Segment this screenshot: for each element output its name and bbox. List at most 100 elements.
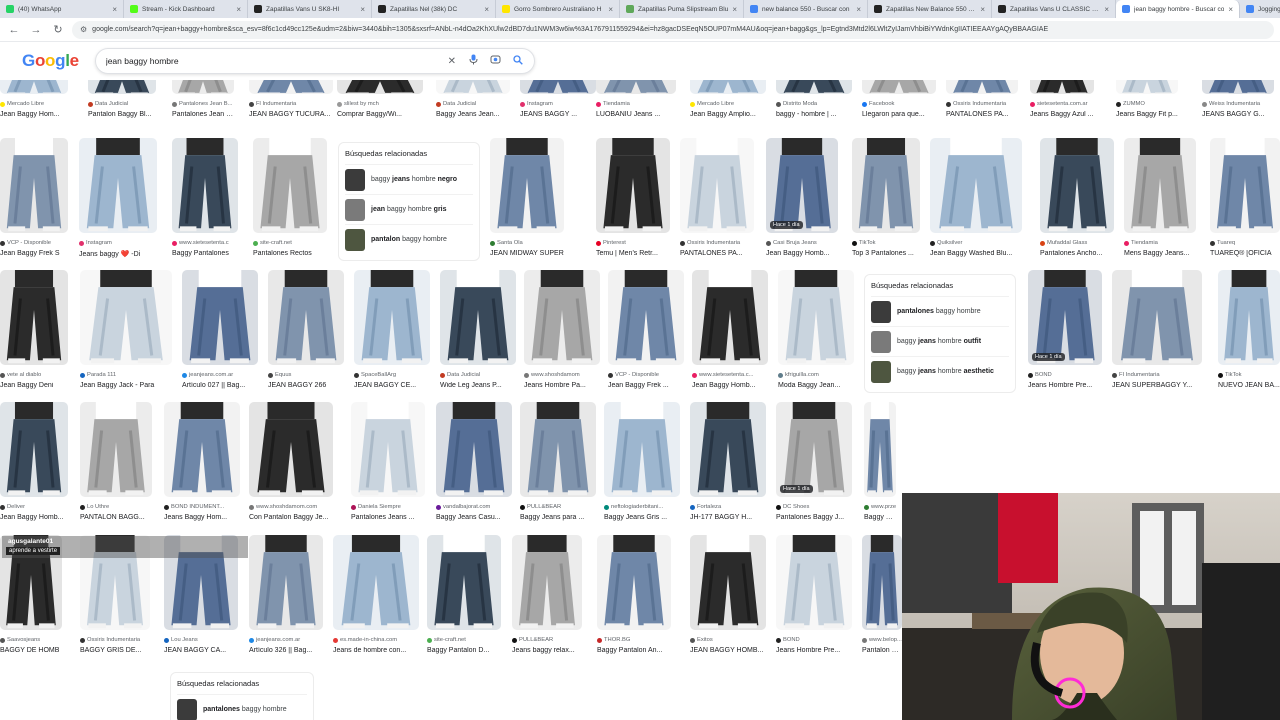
image-result-tile[interactable]: www.sietesetenta.c Baggy Pantalones: [172, 138, 238, 275]
result-source[interactable]: SpaceBallArg: [354, 372, 430, 378]
image-result-tile[interactable]: VCP - Disponible Jean Baggy Frek S: [0, 138, 68, 275]
result-source[interactable]: Distrito Moda: [776, 101, 852, 107]
result-title[interactable]: Temu | Men's Retr...: [596, 250, 670, 257]
result-title[interactable]: Jean Baggy Frek S: [0, 250, 68, 257]
image-thumbnail[interactable]: [1030, 80, 1094, 94]
browser-tab[interactable]: Stream - Kick Dashboard ×: [124, 0, 248, 18]
image-thumbnail[interactable]: [1112, 270, 1202, 365]
result-source[interactable]: Santa Ola: [490, 240, 564, 246]
result-title[interactable]: Artículo 027 || Bag...: [182, 382, 258, 389]
related-search-item[interactable]: baggy jeans hombre negro: [345, 164, 473, 194]
result-title[interactable]: Jeans de hombre con...: [333, 647, 419, 654]
image-result-tile[interactable]: Fl Indumentaria JEAN BAGGY TUCURA...: [249, 80, 333, 136]
result-source[interactable]: FI Indumentaria: [1112, 372, 1202, 378]
result-source[interactable]: ZUMMO: [1116, 101, 1178, 107]
result-source[interactable]: www.belop...: [862, 637, 902, 643]
image-thumbnail[interactable]: [80, 270, 172, 365]
result-title[interactable]: Pantalones Jean B...: [172, 111, 234, 118]
result-source[interactable]: Ossiris Indumentaria: [946, 101, 1018, 107]
result-source[interactable]: Pinterest: [596, 240, 670, 246]
tab-close-icon[interactable]: ×: [1104, 5, 1109, 14]
image-result-tile[interactable]: www.shoshdamom.com Con Pantalon Baggy Je.…: [249, 402, 333, 539]
image-result-tile[interactable]: TikTok Top 3 Pantalones ...: [852, 138, 920, 275]
result-source[interactable]: Data Judicial: [440, 372, 516, 378]
result-title[interactable]: Pantalones Rectos: [253, 250, 327, 257]
result-title[interactable]: JEAN BAGGY TUCURA...: [249, 111, 333, 118]
result-title[interactable]: Jeans baggy relax...: [512, 647, 582, 654]
reload-icon[interactable]: ↻: [50, 22, 66, 38]
result-title[interactable]: JH-177 BAGGY H...: [690, 514, 766, 521]
image-thumbnail[interactable]: [249, 535, 323, 630]
result-title[interactable]: JEAN BAGGY CA...: [164, 647, 238, 654]
image-result-tile[interactable]: Hace 1 día BOND Jeans Hombre Pre...: [1028, 270, 1102, 407]
result-source[interactable]: THOR.BG: [597, 637, 671, 643]
image-result-tile[interactable]: Quiksilver Jean Baggy Washed Blu...: [930, 138, 1022, 275]
result-title[interactable]: TUAREQ® [OFICIA: [1210, 250, 1280, 257]
browser-tab[interactable]: Jogging Co×: [1240, 0, 1280, 18]
image-thumbnail[interactable]: [852, 138, 920, 233]
image-result-tile[interactable]: Mufaddal Glass Pantalones Ancho...: [1040, 138, 1114, 275]
tab-close-icon[interactable]: ×: [236, 5, 241, 14]
tab-close-icon[interactable]: ×: [1228, 5, 1233, 14]
image-thumbnail[interactable]: [690, 80, 766, 94]
result-source[interactable]: Instagram: [79, 240, 157, 246]
image-thumbnail[interactable]: [862, 80, 936, 94]
image-thumbnail[interactable]: [1218, 270, 1280, 365]
image-thumbnail[interactable]: [1202, 80, 1274, 94]
result-source[interactable]: Weiss Indumentaria: [1202, 101, 1274, 107]
result-source[interactable]: BOND: [776, 637, 852, 643]
image-thumbnail[interactable]: [249, 80, 333, 94]
result-source[interactable]: PULL&BEAR: [520, 504, 596, 510]
result-source[interactable]: BOND INDUMENT...: [164, 504, 240, 510]
image-result-tile[interactable]: site-craft.net Pantalones Rectos: [253, 138, 327, 275]
image-result-tile[interactable]: Data Judicial Baggy Jeans Jean...: [436, 80, 510, 136]
image-result-tile[interactable]: www.sietesetenta.c... Jean Baggy Homb...: [692, 270, 768, 407]
image-thumbnail[interactable]: [0, 402, 68, 497]
image-thumbnail[interactable]: [1124, 138, 1196, 233]
result-title[interactable]: Pantalones Ancho...: [1040, 250, 1114, 257]
result-source[interactable]: Mercado Libre: [690, 101, 766, 107]
image-result-tile[interactable]: PULL&BEAR Jeans baggy relax...: [512, 535, 582, 672]
image-result-tile[interactable]: SpaceBallArg JEAN BAGGY CE...: [354, 270, 430, 407]
image-thumbnail[interactable]: [0, 138, 68, 233]
result-source[interactable]: Deliver: [0, 504, 68, 510]
image-result-tile[interactable]: Data Judicial Wide Leg Jeans P...: [440, 270, 516, 407]
result-source[interactable]: neftologiaderbitani...: [604, 504, 680, 510]
result-source[interactable]: Mercado Libre: [0, 101, 68, 107]
image-result-tile[interactable]: ZUMMO Jeans Baggy Fit p...: [1116, 80, 1178, 136]
result-source[interactable]: jeanjeans.com.ar: [249, 637, 323, 643]
result-title[interactable]: NUEVO JEAN BA...: [1218, 382, 1280, 389]
image-thumbnail[interactable]: [512, 535, 582, 630]
forward-arrow-icon[interactable]: →: [28, 22, 44, 38]
result-source[interactable]: kfriguilla.com: [778, 372, 854, 378]
result-source[interactable]: BOND: [1028, 372, 1102, 378]
image-result-tile[interactable]: Tiendamia LUOBANIU Jeans ...: [596, 80, 676, 136]
result-source[interactable]: VCP - Disponible: [0, 240, 68, 246]
result-source[interactable]: Lou Jeans: [164, 637, 238, 643]
browser-tab[interactable]: Zapatillas Nel (38k) DC ×: [372, 0, 496, 18]
image-thumbnail[interactable]: [520, 80, 596, 94]
result-source[interactable]: Data Judicial: [88, 101, 156, 107]
image-thumbnail[interactable]: [436, 80, 510, 94]
result-title[interactable]: Wide Leg Jeans P...: [440, 382, 516, 389]
result-title[interactable]: Baggy Jeans para ...: [520, 514, 596, 521]
result-title[interactable]: Jeans Baggy Azul ...: [1030, 111, 1094, 118]
tab-close-icon[interactable]: ×: [112, 5, 117, 14]
result-source[interactable]: vandalbajorat.com: [436, 504, 512, 510]
clear-icon[interactable]: ✕: [446, 56, 458, 67]
image-thumbnail[interactable]: [778, 270, 854, 365]
image-thumbnail[interactable]: [690, 402, 766, 497]
image-thumbnail[interactable]: [692, 270, 768, 365]
result-title[interactable]: baggy - hombre | ...: [776, 111, 852, 118]
tab-close-icon[interactable]: ×: [732, 5, 737, 14]
image-thumbnail[interactable]: [597, 535, 671, 630]
image-thumbnail[interactable]: [80, 402, 152, 497]
browser-tab[interactable]: Gorro Sombrero Australiano H ×: [496, 0, 620, 18]
image-result-tile[interactable]: Pinterest Temu | Men's Retr...: [596, 138, 670, 275]
result-title[interactable]: JEAN MIDWAY SUPER: [490, 250, 564, 257]
result-source[interactable]: Quiksilver: [930, 240, 1022, 246]
image-thumbnail[interactable]: [253, 138, 327, 233]
image-result-tile[interactable]: Ossiris Indumentaria PANTALONES PA...: [946, 80, 1018, 136]
image-thumbnail[interactable]: [524, 270, 600, 365]
image-thumbnail[interactable]: [182, 270, 258, 365]
